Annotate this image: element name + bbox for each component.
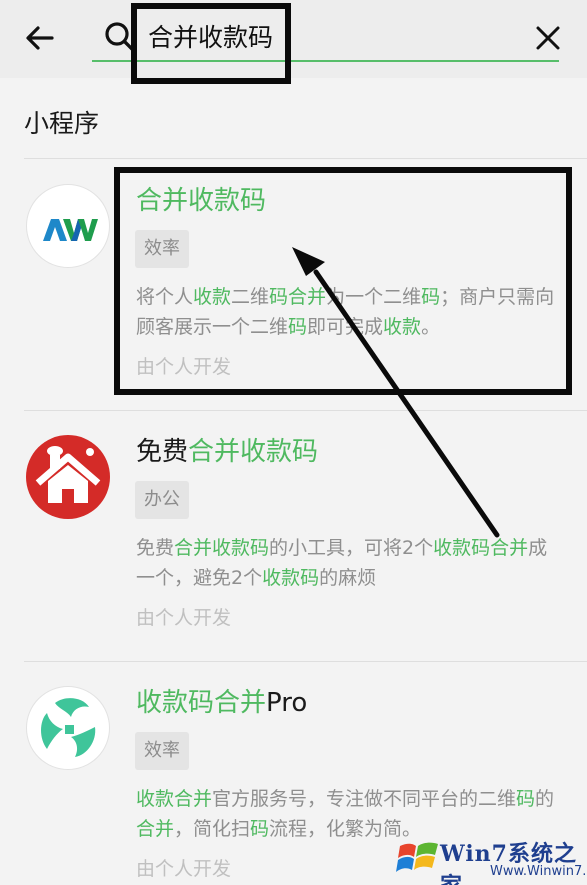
avatar	[26, 435, 110, 519]
category-tag: 效率	[135, 732, 189, 770]
house-icon	[35, 446, 101, 503]
section-title: 小程序	[24, 109, 100, 138]
avatar	[26, 184, 110, 268]
category-tag: 办公	[135, 481, 189, 519]
annotation-box	[131, 3, 291, 84]
developer-label: 由个人开发	[136, 858, 232, 880]
search-bar: 合并收款码	[0, 0, 587, 76]
aw-logo-icon	[43, 219, 98, 241]
divider	[24, 158, 587, 159]
result-title[interactable]: 收款码合并Pro	[136, 686, 307, 720]
result-description: 免费合并收款码的小工具，可将2个收款码合并成一个，避免2个收款码的麻烦	[136, 537, 548, 589]
annotation-box	[114, 167, 572, 395]
result-title[interactable]: 免费合并收款码	[136, 435, 318, 469]
watermark-url: Www.Winwin7.com	[490, 864, 587, 879]
avatar	[26, 686, 110, 770]
back-arrow-icon[interactable]	[22, 20, 58, 56]
list-item[interactable]: 免费合并收款码 办公 免费合并收款码的小工具，可将2个收款码合并成一个，避免2个…	[0, 411, 587, 661]
triple-swirl-logo-icon	[41, 698, 96, 757]
close-icon[interactable]	[530, 20, 566, 56]
windows-logo-icon	[396, 842, 438, 872]
developer-label: 由个人开发	[136, 607, 232, 629]
